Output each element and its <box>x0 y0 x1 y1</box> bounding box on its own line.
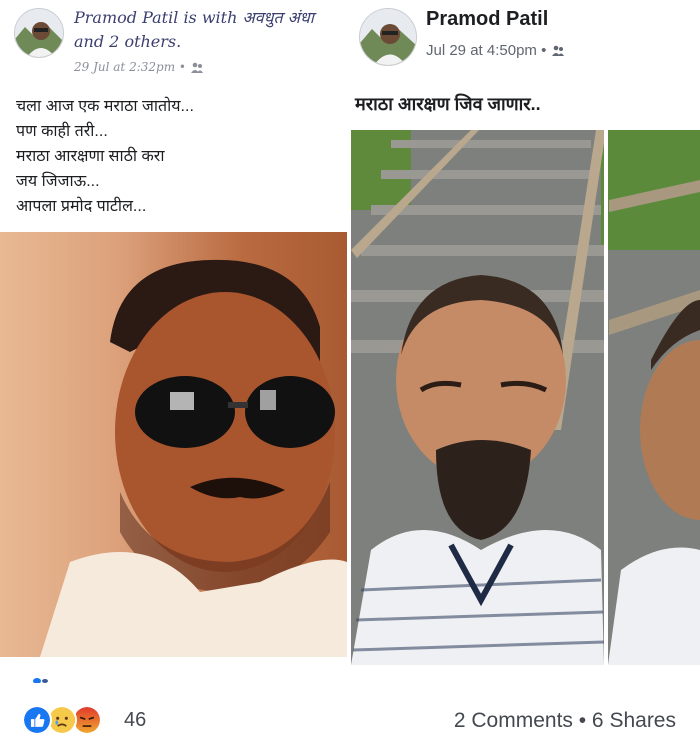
friends-audience-icon <box>190 62 203 73</box>
author-avatar[interactable] <box>359 8 417 66</box>
profile-photo-icon <box>15 9 63 57</box>
timestamp-text: 29 Jul at 2:32pm <box>74 60 176 74</box>
reaction-count[interactable]: 46 <box>124 709 146 732</box>
author-name-link[interactable]: Pramod Patil <box>426 8 548 31</box>
post-photo-railway-selfie[interactable] <box>351 130 700 665</box>
profile-photo-icon <box>360 9 416 65</box>
post-line: पण काही तरी... <box>16 123 108 140</box>
post-photo-sunglasses[interactable] <box>0 232 347 657</box>
tagged-others-link[interactable]: and 2 others. <box>74 32 181 51</box>
right-post: Pramod Patil Jul 29 at 4:50pm • मराठा आर… <box>351 0 700 665</box>
like-reaction-icon <box>22 705 52 735</box>
friends-audience-icon <box>551 45 564 57</box>
post-message: चला आज एक मराठा जातोय... पण काही तरी... … <box>16 94 336 219</box>
author-avatar[interactable] <box>14 8 64 58</box>
post-timestamp[interactable]: 29 Jul at 2:32pm • <box>74 60 204 74</box>
post-message: मराठा आरक्षण जिव जाणार.. <box>355 94 541 114</box>
post-line: आपला प्रमोद पाटील... <box>16 198 147 215</box>
author-name-link[interactable]: Pramod Patil <box>74 8 178 27</box>
selfie-image <box>351 130 700 665</box>
timestamp-text: Jul 29 at 4:50pm <box>426 42 537 59</box>
comments-shares-link[interactable]: 2 Comments • 6 Shares <box>454 709 676 733</box>
tagged-with-text[interactable]: is with अवधुत अंधा <box>183 8 313 27</box>
left-post: Pramod Patil is with अवधुत अंधा and 2 ot… <box>0 0 347 660</box>
partial-reaction-icon <box>33 678 48 683</box>
post-footer: 46 2 Comments • 6 Shares <box>0 665 700 750</box>
post-line: जय जिजाऊ... <box>16 173 100 190</box>
post-line: मराठा आरक्षणा साठी करा <box>16 148 165 165</box>
portrait-image <box>40 259 347 657</box>
post-line: चला आज एक मराठा जातोय... <box>16 98 194 115</box>
post-author-line: Pramod Patil is with अवधुत अंधा <box>74 6 347 28</box>
post-timestamp[interactable]: Jul 29 at 4:50pm • <box>426 42 565 59</box>
